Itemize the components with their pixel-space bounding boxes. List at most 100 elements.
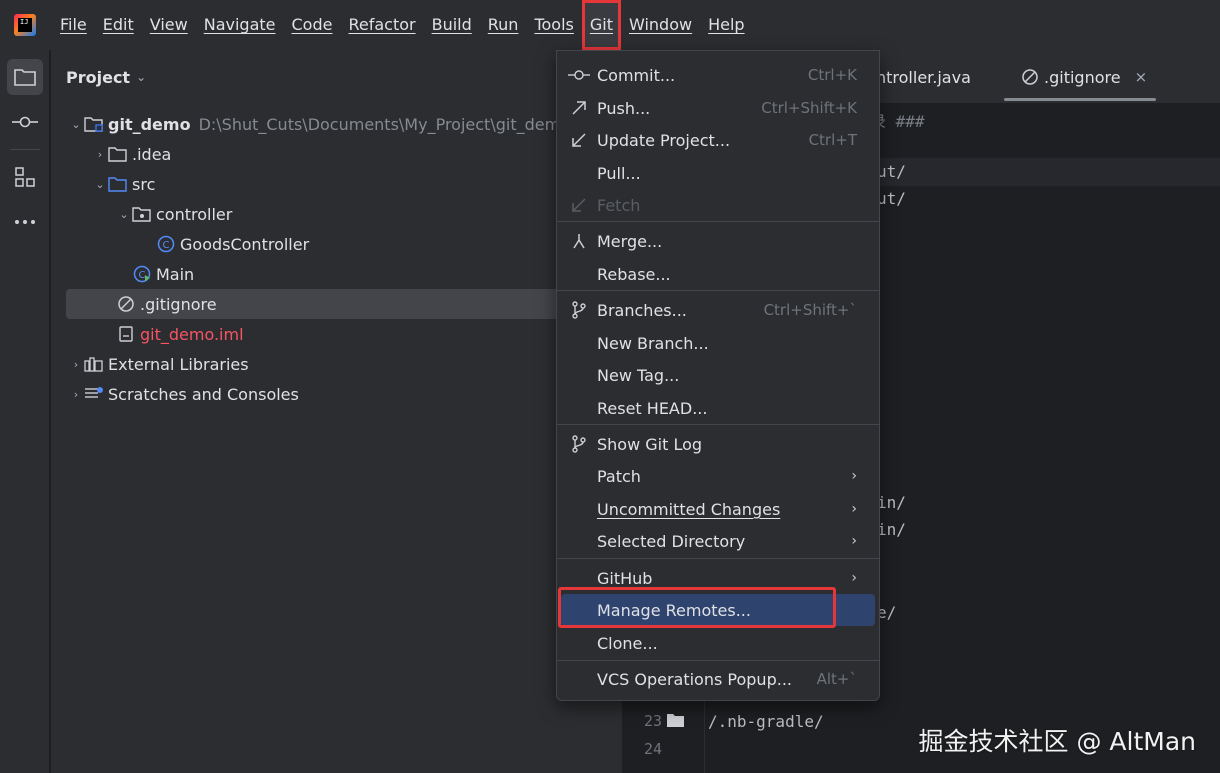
expand-arrow-icon[interactable]: ⌄ — [68, 118, 84, 131]
tab-goodscontroller[interactable]: ntroller.java — [876, 50, 971, 104]
commit-icon — [561, 69, 597, 81]
menu-code[interactable]: Code — [284, 0, 341, 50]
package-icon — [132, 205, 152, 223]
menu-item-new-tag[interactable]: New Tag... — [561, 359, 875, 391]
menu-item-fetch[interactable]: Fetch — [561, 189, 875, 221]
menu-item-rebase[interactable]: Rebase... — [561, 258, 875, 290]
code-line: ut/ — [877, 189, 906, 208]
folder-icon — [14, 69, 36, 86]
more-tools-button[interactable] — [7, 204, 43, 240]
menu-bar: IJ File Edit View Navigate Code Refactor… — [0, 0, 1220, 50]
more-icon — [15, 220, 35, 224]
menu-item-push[interactable]: Push... Ctrl+Shift+K — [561, 92, 875, 124]
code-line: /.nb-gradle/ — [708, 712, 824, 731]
expand-arrow-icon[interactable]: ⌄ — [116, 208, 132, 221]
tree-row-main[interactable]: C Main — [132, 259, 194, 289]
menu-item-update-project[interactable]: Update Project... Ctrl+T — [561, 124, 875, 156]
menu-navigate[interactable]: Navigate — [196, 0, 284, 50]
commit-tool-button[interactable] — [7, 104, 43, 140]
tree-row-goodscontroller[interactable]: C GoodsController — [156, 229, 309, 259]
git-log-icon — [561, 435, 597, 453]
folder-icon — [666, 711, 686, 729]
expand-arrow-icon[interactable]: › — [68, 388, 84, 401]
tool-divider — [10, 149, 40, 150]
expand-arrow-icon[interactable]: ⌄ — [92, 178, 108, 191]
tab-label: ntroller.java — [876, 67, 971, 87]
menu-separator — [557, 558, 879, 559]
line-number: 23 — [643, 712, 662, 730]
project-path: D:\Shut_Cuts\Documents\My_Project\git_de… — [198, 114, 570, 134]
tab-gitignore[interactable]: .gitignore × — [1020, 50, 1147, 104]
tree-row-external-libraries[interactable]: › External Libraries — [68, 349, 249, 379]
tree-row-src[interactable]: ⌄ src — [92, 169, 155, 199]
menu-build[interactable]: Build — [424, 0, 480, 50]
tree-label: .idea — [132, 144, 172, 164]
menu-git[interactable]: Git — [581, 0, 621, 50]
menu-file[interactable]: File — [52, 0, 95, 50]
menu-item-vcs-operations-popup[interactable]: VCS Operations Popup... Alt+` — [561, 663, 875, 695]
chevron-right-icon: › — [851, 468, 857, 484]
tree-label: External Libraries — [108, 354, 249, 374]
ignore-file-icon — [1020, 68, 1040, 86]
menu-item-new-branch[interactable]: New Branch... — [561, 327, 875, 359]
chevron-right-icon: › — [851, 570, 857, 586]
expand-arrow-icon[interactable]: › — [92, 148, 108, 161]
menu-help[interactable]: Help — [700, 0, 752, 50]
tree-row-scratches[interactable]: › Scratches and Consoles — [68, 379, 299, 409]
module-folder-icon — [84, 115, 104, 133]
menu-item-show-git-log[interactable]: Show Git Log — [561, 428, 875, 460]
code-line: in/ — [877, 493, 906, 512]
project-panel-header[interactable]: Project ⌄ — [51, 50, 622, 104]
class-icon: C — [156, 235, 176, 253]
commit-icon — [12, 116, 38, 128]
menu-run[interactable]: Run — [480, 0, 527, 50]
code-line: in/ — [877, 520, 906, 539]
watermark: 掘金技术社区 @ AltMan — [918, 727, 1196, 756]
menu-item-clone[interactable]: Clone... — [561, 627, 875, 659]
tree-label: Main — [156, 264, 195, 284]
menu-separator — [557, 290, 879, 291]
chevron-right-icon: › — [851, 533, 857, 549]
scratches-icon — [84, 385, 104, 403]
tree-row-idea[interactable]: › .idea — [92, 139, 172, 169]
annotation-highlight-box — [558, 587, 836, 628]
chevron-down-icon[interactable]: ⌄ — [136, 70, 146, 84]
close-icon[interactable]: × — [1135, 68, 1148, 86]
intellij-logo-icon[interactable]: IJ — [14, 14, 36, 36]
menu-view[interactable]: View — [142, 0, 196, 50]
tree-row-root[interactable]: ⌄ git_demo D:\Shut_Cuts\Documents\My_Pro… — [68, 109, 570, 139]
menu-separator — [557, 221, 879, 222]
menu-item-branches[interactable]: Branches... Ctrl+Shift+` — [561, 294, 875, 326]
menu-item-patch[interactable]: Patch › — [561, 460, 875, 492]
menu-refactor[interactable]: Refactor — [340, 0, 423, 50]
structure-tool-button[interactable] — [7, 159, 43, 195]
iml-file-icon — [116, 325, 136, 343]
menu-edit[interactable]: Edit — [95, 0, 142, 50]
menu-item-pull[interactable]: Pull... — [561, 157, 875, 189]
menu-item-commit[interactable]: Commit... Ctrl+K — [561, 59, 875, 91]
menu-tools[interactable]: Tools — [526, 0, 581, 50]
menu-item-merge[interactable]: Merge... — [561, 225, 875, 257]
menu-item-uncommitted-changes[interactable]: Uncommitted Changes › — [561, 493, 875, 525]
chevron-right-icon: › — [851, 501, 857, 517]
tree-label: Scratches and Consoles — [108, 384, 299, 404]
tree-label: GoodsController — [180, 234, 310, 254]
menu-separator — [557, 424, 879, 425]
library-icon — [84, 355, 104, 373]
menu-window[interactable]: Window — [621, 0, 700, 50]
project-tool-button[interactable] — [7, 59, 43, 95]
tree-row-gitignore[interactable]: .gitignore — [66, 289, 622, 319]
fetch-icon — [561, 197, 597, 213]
expand-arrow-icon[interactable]: › — [68, 358, 84, 371]
menu-item-selected-directory[interactable]: Selected Directory › — [561, 525, 875, 557]
project-panel: Project ⌄ ⌄ git_demo D:\Shut_Cuts\Docume… — [51, 50, 622, 773]
update-icon — [561, 132, 597, 148]
ignore-file-icon — [116, 295, 136, 313]
menu-item-reset-head[interactable]: Reset HEAD... — [561, 392, 875, 424]
tree-row-iml[interactable]: git_demo.iml — [116, 319, 244, 349]
svg-text:C: C — [163, 240, 170, 251]
merge-icon — [561, 233, 597, 249]
structure-icon — [15, 167, 35, 187]
tree-row-controller[interactable]: ⌄ controller — [116, 199, 232, 229]
tree-label: git_demo.iml — [140, 324, 244, 344]
